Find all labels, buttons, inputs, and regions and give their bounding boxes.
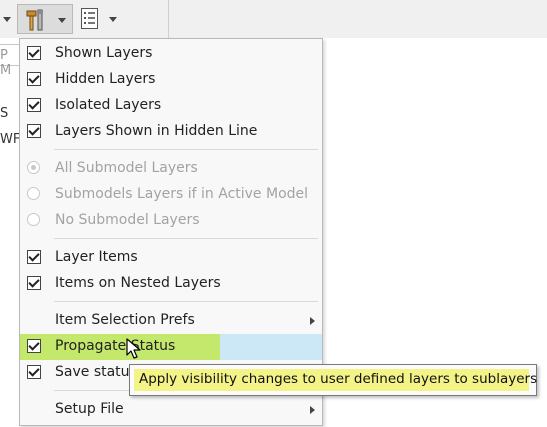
- menu-item-isolated-layers[interactable]: Isolated Layers: [20, 93, 322, 119]
- menu-item-item-selection-prefs[interactable]: Item Selection Prefs: [20, 308, 322, 334]
- menu-item-label: Propagate Status: [55, 338, 176, 354]
- checkbox-checked-icon: [27, 98, 41, 112]
- menu-item-label: Items on Nested Layers: [55, 275, 221, 291]
- list-document-icon: [81, 8, 98, 29]
- chevron-right-icon: [310, 406, 315, 414]
- menu-item-label: Layer Items: [55, 249, 138, 265]
- chevron-down-icon: [3, 17, 11, 22]
- menu-item-submodels-active-model[interactable]: Submodels Layers if in Active Model: [20, 182, 322, 208]
- mouse-pointer-icon: [126, 338, 141, 359]
- tools-menu-button[interactable]: [17, 4, 73, 34]
- menu-separator: [54, 149, 318, 150]
- background-field-text: P M: [0, 48, 12, 78]
- tooltip-text: Apply visibility changes to user defined…: [139, 371, 538, 387]
- list-options-button[interactable]: [74, 4, 126, 34]
- menu-item-label: Layers Shown in Hidden Line: [55, 123, 258, 139]
- background-text-line: WF: [0, 132, 21, 147]
- menu-item-hidden-layers[interactable]: Hidden Layers: [20, 67, 322, 93]
- menu-item-label: Item Selection Prefs: [55, 312, 195, 328]
- menu-item-label: Save status: [55, 364, 137, 380]
- checkbox-checked-icon: [27, 276, 41, 290]
- toolbar: [0, 0, 547, 60]
- chevron-right-icon: [310, 317, 315, 325]
- menu-item-no-submodel-layers[interactable]: No Submodel Layers: [20, 208, 322, 234]
- checkbox-checked-icon: [27, 365, 41, 379]
- tooltip: Apply visibility changes to user defined…: [129, 364, 537, 396]
- menu-item-items-nested-layers[interactable]: Items on Nested Layers: [20, 271, 322, 297]
- menu-item-label: Hidden Layers: [55, 71, 156, 87]
- radio-unselected-icon: [27, 187, 40, 200]
- radio-selected-icon: [27, 161, 40, 174]
- menu-item-layer-items[interactable]: Layer Items: [20, 245, 322, 271]
- checkbox-checked-icon: [27, 124, 41, 138]
- menu-item-label: Setup File: [55, 401, 124, 417]
- menu-item-shown-layers[interactable]: Shown Layers: [20, 41, 322, 67]
- menu-item-all-submodel-layers[interactable]: All Submodel Layers: [20, 156, 322, 182]
- checkbox-checked-icon: [27, 72, 41, 86]
- chevron-down-icon: [58, 18, 66, 23]
- menu-item-label: Submodels Layers if in Active Model: [55, 186, 309, 202]
- menu-item-propagate-status[interactable]: Propagate Status: [20, 334, 322, 360]
- menu-separator: [54, 238, 318, 239]
- tools-icon: [26, 9, 43, 31]
- chevron-down-icon: [109, 17, 117, 22]
- menu-item-label: Shown Layers: [55, 45, 153, 61]
- background-search-field[interactable]: P M: [0, 44, 20, 78]
- checkbox-checked-icon: [27, 46, 41, 60]
- menu-item-label: All Submodel Layers: [55, 160, 198, 176]
- menu-item-setup-file[interactable]: Setup File: [20, 397, 322, 423]
- checkbox-checked-icon: [27, 250, 41, 264]
- menu-item-layers-hidden-line[interactable]: Layers Shown in Hidden Line: [20, 119, 322, 145]
- radio-unselected-icon: [27, 213, 40, 226]
- checkbox-checked-icon: [27, 339, 41, 353]
- toolbar-dropdown-button[interactable]: [0, 4, 14, 34]
- background-text-line: S: [0, 106, 9, 121]
- menu-item-label: Isolated Layers: [55, 97, 162, 113]
- menu-separator: [54, 301, 318, 302]
- menu-item-label: No Submodel Layers: [55, 212, 200, 228]
